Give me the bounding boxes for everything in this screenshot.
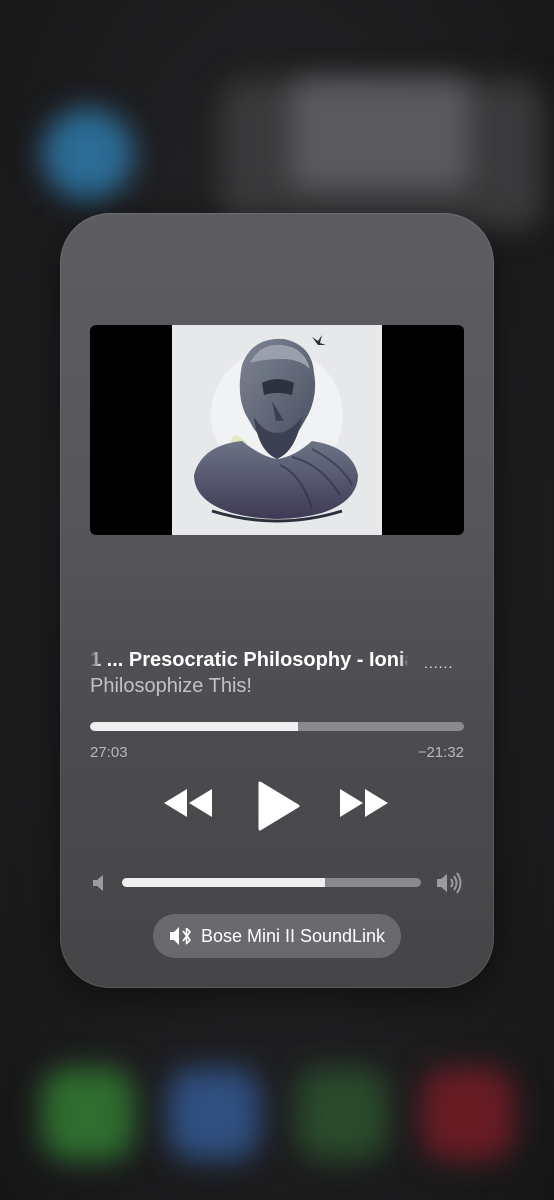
title-more-indicator: ...... (424, 655, 454, 671)
play-icon (258, 781, 300, 831)
fast-forward-button[interactable] (338, 786, 390, 825)
time-elapsed: 27:03 (90, 744, 128, 761)
playback-progress-fill (90, 722, 298, 731)
play-button[interactable] (256, 781, 300, 836)
screen: 1 ... Presocratic Philosophy - Ionians .… (0, 0, 554, 1200)
philosopher-bust-artwork (172, 325, 382, 535)
bluetooth-speaker-icon (169, 926, 193, 946)
background-widget-content (290, 80, 470, 190)
rewind-button[interactable] (162, 786, 214, 825)
episode-title[interactable]: 1 ... Presocratic Philosophy - Ionians (90, 649, 464, 673)
now-playing-card: 1 ... Presocratic Philosophy - Ionians .… (60, 213, 494, 988)
volume-fill (122, 878, 326, 887)
rewind-icon (164, 789, 212, 817)
background-app-icon (42, 108, 134, 200)
audio-output-button[interactable]: Bose Mini II SoundLink (153, 914, 401, 958)
dock-safari-icon (168, 1068, 260, 1160)
artwork-frame[interactable] (90, 325, 464, 535)
dock-phone-icon (42, 1068, 134, 1160)
time-remaining: −21:32 (417, 744, 464, 761)
speaker-high-icon (437, 872, 462, 894)
playback-progress-slider[interactable] (90, 722, 464, 731)
speaker-low-icon (93, 875, 103, 891)
dock-messages-icon (296, 1068, 388, 1160)
fast-forward-icon (340, 789, 388, 817)
volume-slider[interactable] (122, 878, 421, 887)
dock-music-icon (422, 1068, 514, 1160)
bird-icon (312, 335, 326, 345)
podcast-name[interactable]: Philosophize This! (90, 675, 252, 698)
output-device-label: Bose Mini II SoundLink (200, 925, 386, 946)
